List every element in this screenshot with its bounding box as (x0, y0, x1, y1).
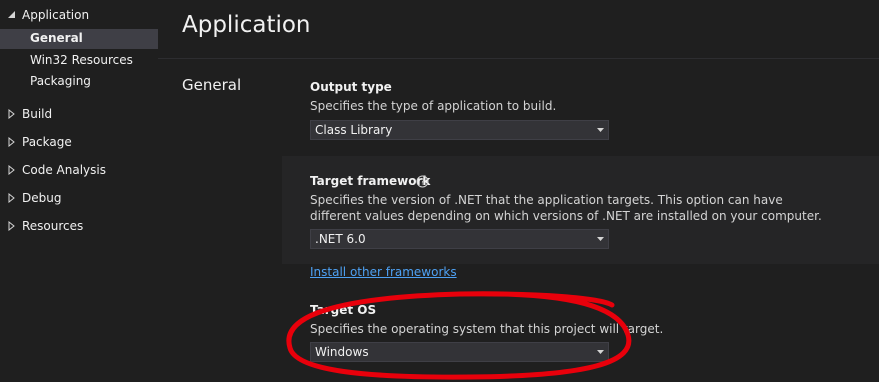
target-os-title: Target OS (310, 303, 377, 317)
dropdown-caret-icon (597, 128, 604, 132)
collapsed-arrow-icon (8, 109, 15, 119)
sidebar-item-label: Package (22, 135, 72, 149)
collapsed-arrow-icon (8, 193, 15, 203)
sidebar-item-label: Debug (22, 191, 62, 205)
sidebar-item-label: General (30, 31, 83, 45)
sidebar-item-code-analysis[interactable]: Code Analysis (0, 161, 158, 181)
section-label: General (182, 76, 242, 94)
dropdown-caret-icon (597, 350, 604, 354)
sidebar-item-label: Win32 Resources (30, 53, 133, 67)
expand-down-icon (8, 11, 15, 18)
target-os-description: Specifies the operating system that this… (310, 322, 664, 336)
sidebar-item-build[interactable]: Build (0, 105, 158, 125)
sidebar-item-application[interactable]: Application (0, 6, 158, 26)
output-type-dropdown[interactable]: Class Library (310, 120, 609, 140)
target-framework-dropdown[interactable]: .NET 6.0 (310, 229, 609, 249)
output-type-description: Specifies the type of application to bui… (310, 99, 557, 113)
sidebar-item-packaging[interactable]: Packaging (0, 72, 158, 92)
sidebar: Application General Win32 Resources Pack… (0, 0, 158, 382)
sidebar-item-win32-resources[interactable]: Win32 Resources (0, 51, 158, 71)
collapsed-arrow-icon (8, 137, 15, 147)
dropdown-value: Class Library (315, 123, 393, 137)
sidebar-item-package[interactable]: Package (0, 133, 158, 153)
dropdown-caret-icon (597, 237, 604, 241)
help-icon[interactable]: ? (416, 175, 429, 188)
title-divider (158, 58, 879, 59)
sidebar-item-resources[interactable]: Resources (0, 217, 158, 237)
project-properties-window: Application General Win32 Resources Pack… (0, 0, 879, 382)
sidebar-item-label: Code Analysis (22, 163, 106, 177)
install-other-frameworks-link[interactable]: Install other frameworks (310, 265, 457, 279)
sidebar-item-label: Application (22, 8, 90, 22)
sidebar-item-label: Build (22, 107, 53, 121)
svg-text:?: ? (420, 178, 424, 187)
dropdown-value: Windows (315, 345, 369, 359)
sidebar-item-label: Resources (22, 219, 84, 233)
target-framework-title: Target framework (310, 174, 431, 188)
sidebar-item-general[interactable]: General (0, 29, 158, 49)
sidebar-item-label: Packaging (30, 74, 91, 88)
page-title: Application (182, 12, 311, 38)
target-os-dropdown[interactable]: Windows (310, 342, 609, 362)
collapsed-arrow-icon (8, 165, 15, 175)
sidebar-item-debug[interactable]: Debug (0, 189, 158, 209)
output-type-title: Output type (310, 80, 392, 94)
collapsed-arrow-icon (8, 221, 15, 231)
target-framework-description: Specifies the version of .NET that the a… (310, 193, 822, 223)
dropdown-value: .NET 6.0 (315, 232, 366, 246)
